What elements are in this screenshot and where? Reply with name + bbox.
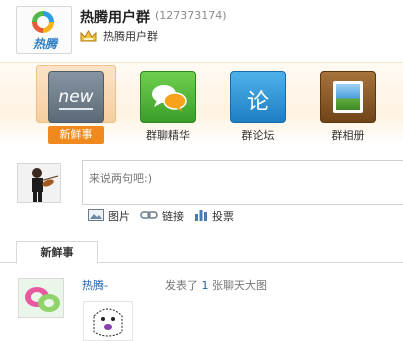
tab-forum[interactable]: 论 群论坛 [216, 65, 300, 145]
tab-chat-highlights[interactable]: 群聊精华 [126, 65, 210, 145]
feed-user-avatar[interactable] [18, 278, 64, 318]
feed-action-count: 1 [201, 279, 209, 292]
group-id: (127373174) [155, 9, 227, 22]
tab-album-label: 群相册 [331, 129, 365, 142]
forum-icon: 论 [230, 71, 286, 123]
attachment-toolbar: 图片 链接 投票 [88, 208, 244, 224]
group-name: 热腾用户群 [80, 10, 150, 26]
feed-chat-image-thumbnail[interactable] [83, 301, 133, 341]
forum-tile-text: 论 [246, 90, 269, 115]
group-avatar[interactable]: 热腾 [16, 6, 72, 54]
attach-poll-label: 投票 [212, 210, 234, 223]
group-owner-name[interactable]: 热腾用户群 [103, 28, 158, 44]
attach-image-label: 图片 [108, 210, 130, 223]
feed-action-prefix: 发表了 [165, 279, 198, 292]
crown-icon [80, 29, 97, 43]
feed-tab-bar: 新鲜事 [0, 241, 403, 264]
feed-action-suffix: 张聊天大图 [212, 279, 267, 292]
new-tile-text: new [58, 87, 94, 107]
user-avatar[interactable] [17, 163, 61, 203]
tab-news-label: 新鲜事 [48, 126, 104, 144]
group-header: 热腾 热腾用户群 (127373174) 热腾用户群 [0, 0, 403, 62]
app-tab-strip: new 新鲜事 群聊精华 论 群论坛 群相册 [0, 62, 403, 146]
tab-album[interactable]: 群相册 [306, 65, 390, 145]
group-logo-text: 热腾 [32, 37, 57, 51]
chat-bubbles-icon [140, 71, 196, 123]
status-input[interactable] [82, 160, 403, 205]
image-icon [88, 208, 104, 224]
tab-feed-news[interactable]: 新鲜事 [16, 241, 98, 264]
link-icon [140, 210, 158, 223]
tab-forum-label: 群论坛 [241, 129, 275, 142]
attach-image-button[interactable]: 图片 [88, 208, 130, 224]
attach-link-button[interactable]: 链接 [140, 208, 184, 224]
poll-icon [194, 209, 208, 224]
new-tile-icon: new [48, 71, 104, 123]
feed-action-text: 发表了 1 张聊天大图 [165, 277, 267, 293]
feed-user-name[interactable]: 热腾- [82, 277, 108, 293]
album-photo-icon [333, 81, 363, 113]
tab-chat-highlights-label: 群聊精华 [146, 129, 190, 142]
group-logo-icon [32, 11, 54, 33]
group-owner-row: 热腾用户群 [80, 28, 158, 44]
photo-album-icon [320, 71, 376, 123]
tab-news[interactable]: new 新鲜事 [34, 65, 118, 145]
attach-poll-button[interactable]: 投票 [194, 208, 234, 224]
attach-link-label: 链接 [162, 210, 184, 223]
